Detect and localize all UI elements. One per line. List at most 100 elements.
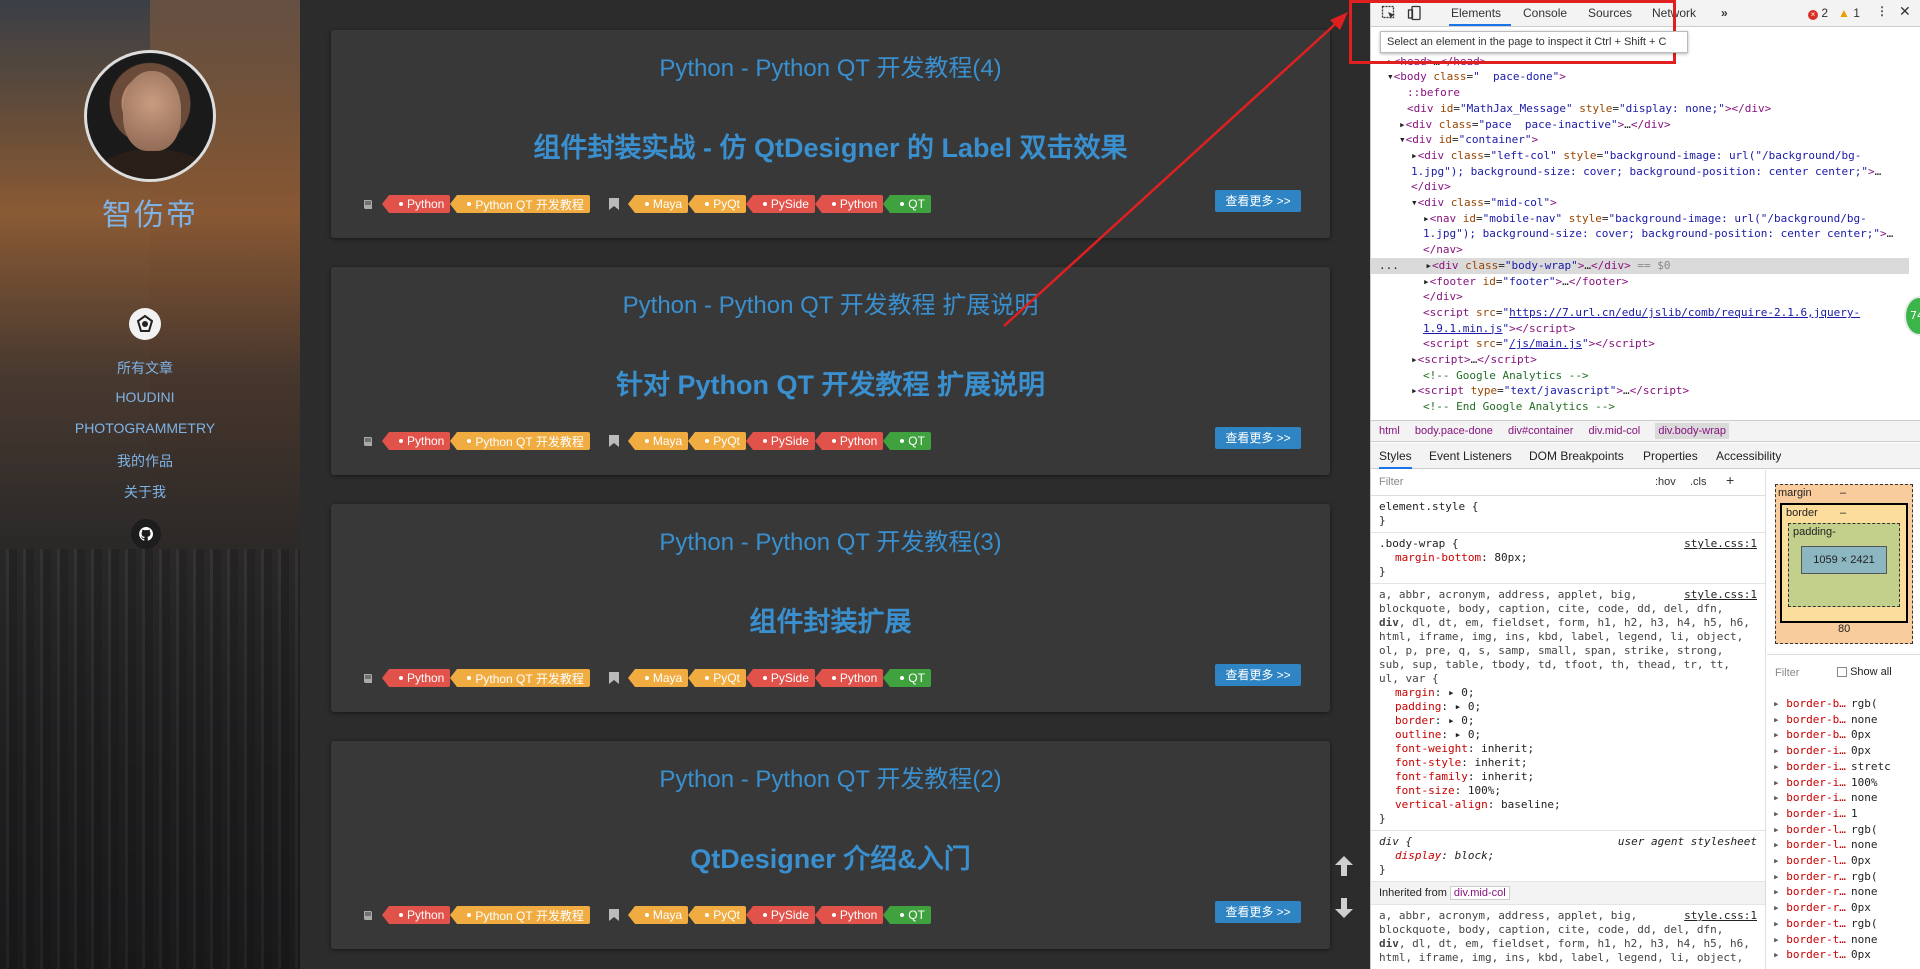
css-rule[interactable]: element.style {} — [1371, 496, 1765, 533]
post-tag[interactable]: Maya — [627, 669, 689, 687]
breadcrumb-html[interactable]: html — [1379, 425, 1400, 437]
more-tabs-icon[interactable]: » — [1721, 6, 1728, 20]
dom-node-selected[interactable]: ... ▸<div class="body-wrap">…</div> == $… — [1371, 257, 1909, 274]
show-all-checkbox[interactable]: Show all — [1837, 666, 1892, 678]
post-tag[interactable]: Maya — [627, 195, 689, 213]
category-tag[interactable]: Python — [381, 669, 451, 687]
subtab-properties[interactable]: Properties — [1643, 449, 1698, 463]
github-icon[interactable] — [131, 519, 161, 549]
breadcrumb-container[interactable]: div#container — [1508, 425, 1573, 437]
post-tag[interactable]: Maya — [627, 906, 689, 924]
breadcrumb-body-wrap[interactable]: div.body-wrap — [1655, 423, 1729, 439]
dom-node[interactable]: ▸<nav id="mobile-nav" style="background-… — [1371, 211, 1909, 227]
dom-node[interactable]: <script src="/js/main.js"></script> — [1371, 336, 1909, 352]
nav-all-posts[interactable]: 所有文章 — [0, 358, 290, 378]
site-name[interactable]: 智伤帝 — [0, 190, 300, 234]
box-model-border[interactable]: border – padding- 1059 × 2421 — [1780, 503, 1908, 623]
post-tag[interactable]: PyQt — [688, 906, 746, 924]
computed-property[interactable]: ▸ border-t… rgb( — [1767, 916, 1920, 932]
post-tag[interactable]: PySide — [745, 195, 815, 213]
computed-property[interactable]: ▸ border-r… none — [1767, 884, 1920, 900]
dom-tree[interactable]: <html class> ▸<head>…</head> ▾<body clas… — [1371, 27, 1909, 420]
scroll-up-icon[interactable] — [1330, 852, 1358, 880]
dom-node[interactable]: ▾<body class=" pace-done"> — [1371, 69, 1909, 85]
css-rule[interactable]: a, abbr, acronym, address, applet, big, b… — [1371, 584, 1765, 831]
dom-node[interactable]: ▸<footer id="footer">…</footer> — [1371, 274, 1909, 290]
post-tag[interactable]: Python — [814, 906, 884, 924]
nav-my-works[interactable]: 我的作品 — [0, 451, 290, 471]
dom-node[interactable]: ▾<div id="container"> — [1371, 132, 1909, 148]
houdini-logo-icon[interactable] — [129, 308, 161, 340]
read-more-button[interactable]: 查看更多 >> — [1215, 664, 1301, 686]
css-rule[interactable]: div {user agent stylesheet display: bloc… — [1371, 831, 1765, 882]
computed-property[interactable]: ▸ border-b… rgb( — [1767, 696, 1920, 712]
box-model-padding[interactable]: padding- 1059 × 2421 — [1788, 523, 1900, 607]
dom-node[interactable]: </div> — [1371, 179, 1909, 195]
category-tag[interactable]: Python QT 开发教程 — [450, 195, 590, 213]
nav-photogrammetry[interactable]: PHOTOGRAMMETRY — [0, 420, 290, 436]
post-tag[interactable]: QT — [883, 906, 931, 924]
category-tag[interactable]: Python QT 开发教程 — [450, 669, 590, 687]
computed-property[interactable]: ▸ border-i… stretc — [1767, 759, 1920, 775]
computed-property[interactable]: ▸ border-t… 0px — [1767, 947, 1920, 963]
computed-property[interactable]: ▸ border-l… rgb( — [1767, 822, 1920, 838]
post-title[interactable]: Python - Python QT 开发教程(2) — [331, 759, 1330, 794]
computed-filter-input[interactable]: Filter — [1775, 667, 1799, 679]
post-tag[interactable]: Python — [814, 432, 884, 450]
post-tag[interactable]: Python — [814, 669, 884, 687]
dom-node[interactable]: ▸<div class="left-col" style="background… — [1371, 148, 1909, 164]
dom-node[interactable]: ▾<div class="mid-col"> — [1371, 195, 1909, 211]
dom-node[interactable]: <div id="MathJax_Message" style="display… — [1371, 101, 1909, 117]
scroll-down-icon[interactable] — [1330, 894, 1358, 922]
post-tag[interactable]: QT — [883, 432, 931, 450]
dom-node[interactable]: </nav> — [1371, 242, 1909, 258]
category-tag[interactable]: Python QT 开发教程 — [450, 906, 590, 924]
category-tag[interactable]: Python — [381, 432, 451, 450]
post-tag[interactable]: PySide — [745, 432, 815, 450]
computed-property[interactable]: ▸ border-r… 0px — [1767, 900, 1920, 916]
subtab-accessibility[interactable]: Accessibility — [1716, 449, 1781, 463]
dom-node[interactable]: </div> — [1371, 289, 1909, 305]
css-rule[interactable]: .body-wrap {style.css:1 margin-bottom: 8… — [1371, 533, 1765, 584]
computed-property[interactable]: ▸ border-b… 0px — [1767, 727, 1920, 743]
post-tag[interactable]: PyQt — [688, 432, 746, 450]
category-tag[interactable]: Python — [381, 195, 451, 213]
dom-node[interactable]: ▸<script>…</script> — [1371, 352, 1909, 368]
post-tag[interactable]: QT — [883, 195, 931, 213]
dom-node[interactable]: <script src="https://7.url.cn/edu/jslib/… — [1371, 305, 1909, 321]
warning-count[interactable]: ▲ 1 — [1838, 6, 1860, 20]
nav-houdini[interactable]: HOUDINI — [0, 389, 290, 405]
post-tag[interactable]: PyQt — [688, 195, 746, 213]
error-count[interactable]: × 2 — [1808, 6, 1828, 20]
menu-kebab-icon[interactable]: ⋮ — [1876, 4, 1888, 18]
computed-property[interactable]: ▸ border-i… 1 — [1767, 806, 1920, 822]
computed-property[interactable]: ▸ border-i… 0px — [1767, 743, 1920, 759]
category-tag[interactable]: Python — [381, 906, 451, 924]
dom-node[interactable]: ▸<script type="text/javascript">…</scrip… — [1371, 383, 1909, 399]
breadcrumb-mid-col[interactable]: div.mid-col — [1589, 425, 1641, 437]
computed-property[interactable]: ▸ border-i… 100% — [1767, 775, 1920, 791]
subtab-styles[interactable]: Styles — [1379, 449, 1412, 469]
post-tag[interactable]: Maya — [627, 432, 689, 450]
read-more-button[interactable]: 查看更多 >> — [1215, 901, 1301, 923]
computed-property[interactable]: ▸ border-r… rgb( — [1767, 869, 1920, 885]
computed-property[interactable]: ▸ border-l… 0px — [1767, 853, 1920, 869]
post-subtitle[interactable]: QtDesigner 介绍&入门 — [331, 837, 1330, 876]
subtab-event-listeners[interactable]: Event Listeners — [1429, 449, 1512, 463]
computed-property[interactable]: ▸ border-b… none — [1767, 712, 1920, 728]
post-subtitle[interactable]: 组件封装扩展 — [331, 600, 1330, 639]
dom-node[interactable]: <!-- Google Analytics --> — [1371, 368, 1909, 384]
dom-node[interactable]: 1.jpg"); background-size: cover; backgro… — [1371, 226, 1909, 242]
computed-property[interactable]: ▸ border-i… none — [1767, 790, 1920, 806]
read-more-button[interactable]: 查看更多 >> — [1215, 427, 1301, 449]
post-tag[interactable]: QT — [883, 669, 931, 687]
post-subtitle[interactable]: 组件封装实战 - 仿 QtDesigner 的 Label 双击效果 — [331, 126, 1330, 165]
category-tag[interactable]: Python QT 开发教程 — [450, 432, 590, 450]
post-tag[interactable]: PyQt — [688, 669, 746, 687]
dom-node[interactable]: 1.jpg"); background-size: cover; backgro… — [1371, 164, 1909, 180]
post-tag[interactable]: PySide — [745, 906, 815, 924]
add-rule-icon[interactable]: + — [1726, 473, 1734, 487]
dom-node[interactable]: <!-- End Google Analytics --> — [1371, 399, 1909, 415]
box-model-margin[interactable]: margin – border – padding- 1059 × 2421 8… — [1775, 484, 1913, 644]
box-model-content[interactable]: 1059 × 2421 — [1801, 546, 1887, 574]
